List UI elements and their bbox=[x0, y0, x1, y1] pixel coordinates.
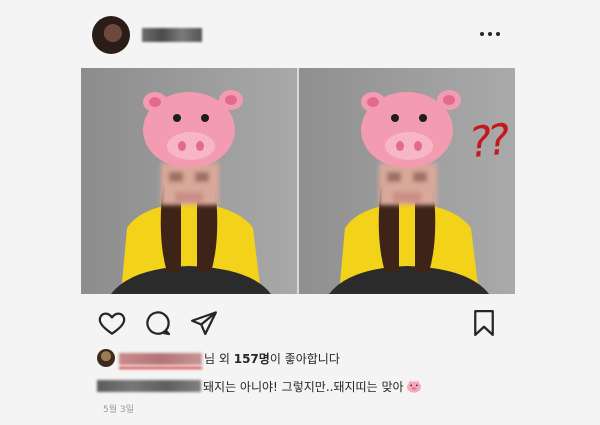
post-header bbox=[0, 0, 600, 68]
share-icon[interactable] bbox=[189, 308, 219, 338]
caption-username-redacted[interactable] bbox=[97, 380, 201, 392]
more-options-icon[interactable] bbox=[480, 26, 500, 42]
avatar[interactable] bbox=[92, 16, 130, 54]
likes-suffix: 이 좋아합니다 bbox=[269, 352, 340, 366]
likes-honorific: 님 외 bbox=[204, 352, 234, 366]
liker-avatar[interactable] bbox=[97, 349, 115, 367]
pig-emoji-icon bbox=[406, 380, 421, 393]
question-marks-annotation: ?? bbox=[466, 114, 509, 168]
bookmark-icon[interactable] bbox=[469, 308, 499, 338]
action-bar bbox=[81, 304, 515, 340]
caption-text: 돼지는 아니야! 그렇지만..돼지띠는 맞아 bbox=[203, 380, 404, 394]
username-redacted[interactable] bbox=[142, 28, 202, 42]
caption-row: 돼지는 아니야! 그렇지만..돼지띠는 맞아 bbox=[97, 376, 557, 396]
caption: 돼지는 아니야! 그렇지만..돼지띠는 맞아 bbox=[203, 378, 422, 395]
likes-row: 님 외 157명이 좋아합니다 bbox=[97, 348, 557, 369]
likes-text[interactable]: 님 외 157명이 좋아합니다 bbox=[204, 350, 340, 367]
photo-left bbox=[81, 68, 297, 294]
heart-icon[interactable] bbox=[97, 308, 127, 338]
post-timestamp: 5월 3일 bbox=[103, 405, 134, 415]
comment-icon[interactable] bbox=[143, 308, 173, 338]
likes-count: 157명 bbox=[233, 352, 270, 366]
liker-name-redacted[interactable] bbox=[119, 353, 202, 369]
post-photo bbox=[81, 68, 515, 294]
